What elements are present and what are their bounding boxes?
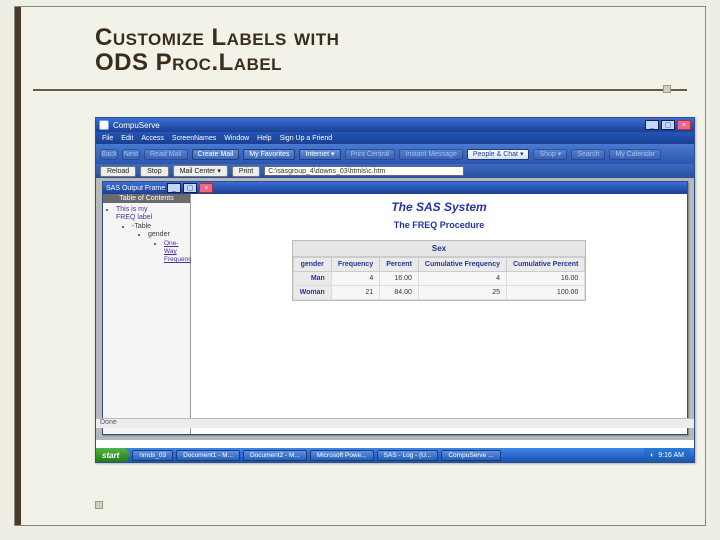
toc-freq-label-line2: FREQ label <box>116 214 152 221</box>
table-row: Man 4 16.00 4 16.00 <box>293 272 585 286</box>
inner-minimize-button[interactable]: _ <box>167 183 181 193</box>
cell-cpct: 100.00 <box>506 286 584 300</box>
print-button[interactable]: Print <box>232 166 260 177</box>
toc-table-item: -Table gender One-Way Frequencies <box>132 223 187 265</box>
minimize-button[interactable]: _ <box>645 120 659 130</box>
toolbar-favorites[interactable]: My Favorites <box>243 149 295 160</box>
toc-var-item: gender One-Way Frequencies <box>148 231 187 265</box>
toc-header: Table of Contents <box>103 194 190 203</box>
tray-clock: 9:16 AM <box>658 452 684 459</box>
col-frequency: Frequency <box>331 258 379 272</box>
address-field[interactable]: C:\sasgroup_4\downs_03\htmls\c.htm <box>264 166 464 176</box>
slide-title-line1: Customize Labels with <box>95 25 339 50</box>
menu-screennames[interactable]: ScreenNames <box>172 135 216 142</box>
menu-access[interactable]: Access <box>141 135 164 142</box>
proc-title: The FREQ Procedure <box>394 220 485 230</box>
toolbar-search[interactable]: Search <box>571 149 605 160</box>
toolbar-instantmessage[interactable]: Instant Message <box>399 149 462 160</box>
toc-var-label: gender <box>148 231 170 238</box>
system-title: The SAS System <box>391 200 486 214</box>
freq-table-caption: Sex <box>293 241 586 257</box>
reload-button[interactable]: Reload <box>100 166 136 177</box>
system-tray[interactable]: ◐ 9:16 AM <box>644 448 690 462</box>
close-button[interactable]: × <box>677 120 691 130</box>
table-row: Woman 21 84.00 25 100.00 <box>293 286 585 300</box>
tray-icon: ◐ <box>650 452 654 459</box>
report-pane: The SAS System The FREQ Procedure Sex ge… <box>191 194 687 434</box>
row-label: Woman <box>293 286 331 300</box>
toolbar-printcentral[interactable]: Print Central <box>345 149 396 160</box>
task-item[interactable]: CompuServe ... <box>441 450 500 461</box>
app-icon <box>99 120 109 130</box>
slide-frame: Customize Labels with ODS Proc.Label Com… <box>14 6 706 526</box>
menu-edit[interactable]: Edit <box>121 135 133 142</box>
cell-freq: 4 <box>331 272 379 286</box>
col-gender: gender <box>293 258 331 272</box>
cell-cfreq: 25 <box>418 286 506 300</box>
menu-signup[interactable]: Sign Up a Friend <box>280 135 333 142</box>
row-label: Man <box>293 272 331 286</box>
toolbar-createmail[interactable]: Create Mail <box>192 149 240 160</box>
browser-window: CompuServe _ ▢ × File Edit Access Screen… <box>95 117 695 463</box>
menu-file[interactable]: File <box>102 135 113 142</box>
taskbar: start nmds_03 Document1 - M... Document2… <box>96 448 694 462</box>
task-item[interactable]: Document2 - M... <box>243 450 307 461</box>
maximize-button[interactable]: ▢ <box>661 120 675 130</box>
cell-pct: 16.00 <box>380 272 419 286</box>
freq-table: gender Frequency Percent Cumulative Freq… <box>293 257 586 300</box>
mdi-area: SAS Output Frame _ ▢ × Table of Contents… <box>96 178 694 440</box>
menu-window[interactable]: Window <box>224 135 249 142</box>
inner-titlebar[interactable]: SAS Output Frame _ ▢ × <box>103 182 687 194</box>
next-button[interactable]: Next <box>122 149 140 160</box>
toolbar-peoplechat[interactable]: People & Chat ▾ <box>467 149 530 160</box>
menu-help[interactable]: Help <box>257 135 271 142</box>
footer-square-decoration <box>95 501 103 509</box>
cell-freq: 21 <box>331 286 379 300</box>
app-title: CompuServe <box>113 121 160 130</box>
task-item[interactable]: Microsoft Powe... <box>310 450 374 461</box>
toolbar-readmail[interactable]: Read Mail <box>144 149 188 160</box>
start-button[interactable]: start <box>96 448 129 462</box>
toc-table-label: -Table <box>132 223 151 230</box>
back-button[interactable]: Back <box>100 149 118 160</box>
toolbar-internet[interactable]: Internet ▾ <box>299 149 340 160</box>
toolbar-shop[interactable]: Shop ▾ <box>533 149 567 160</box>
col-percent: Percent <box>380 258 419 272</box>
task-item[interactable]: SAS - Log - (U... <box>377 450 439 461</box>
status-bar: Done <box>96 418 694 428</box>
col-cum-frequency: Cumulative Frequency <box>418 258 506 272</box>
toolbar: Back Next Read Mail Create Mail My Favor… <box>96 144 694 164</box>
col-cum-percent: Cumulative Percent <box>506 258 584 272</box>
inner-maximize-button[interactable]: ▢ <box>183 183 197 193</box>
toolbar-calendar[interactable]: My Calendar <box>609 149 661 160</box>
slide-title: Customize Labels with ODS Proc.Label <box>95 25 339 75</box>
freq-table-container: Sex gender Frequency Percent Cumulative … <box>292 240 587 301</box>
toc-root-item: This is my FREQ label -Table gender <box>116 206 187 265</box>
slide-title-line2: ODS Proc.Label <box>95 50 339 75</box>
mailcenter-button[interactable]: Mail Center ▾ <box>173 165 228 177</box>
cell-cpct: 16.00 <box>506 272 584 286</box>
outer-titlebar[interactable]: CompuServe _ ▢ × <box>96 118 694 132</box>
address-bar-row: Reload Stop Mail Center ▾ Print C:\sasgr… <box>96 164 694 178</box>
cell-cfreq: 4 <box>418 272 506 286</box>
inner-close-button[interactable]: × <box>199 183 213 193</box>
title-rule <box>33 89 687 91</box>
table-of-contents: Table of Contents This is my FREQ label … <box>103 194 191 434</box>
cell-pct: 84.00 <box>380 286 419 300</box>
stop-button[interactable]: Stop <box>140 166 168 177</box>
inner-title: SAS Output Frame <box>106 185 165 192</box>
task-item[interactable]: nmds_03 <box>132 450 173 461</box>
sas-output-window: SAS Output Frame _ ▢ × Table of Contents… <box>102 181 688 435</box>
title-square-decoration <box>663 85 671 93</box>
toc-freq-label-line1: This is my <box>116 206 148 213</box>
menubar: File Edit Access ScreenNames Window Help… <box>96 132 694 144</box>
status-text: Done <box>100 419 117 426</box>
task-item[interactable]: Document1 - M... <box>176 450 240 461</box>
slide-accent-bar <box>15 7 21 525</box>
